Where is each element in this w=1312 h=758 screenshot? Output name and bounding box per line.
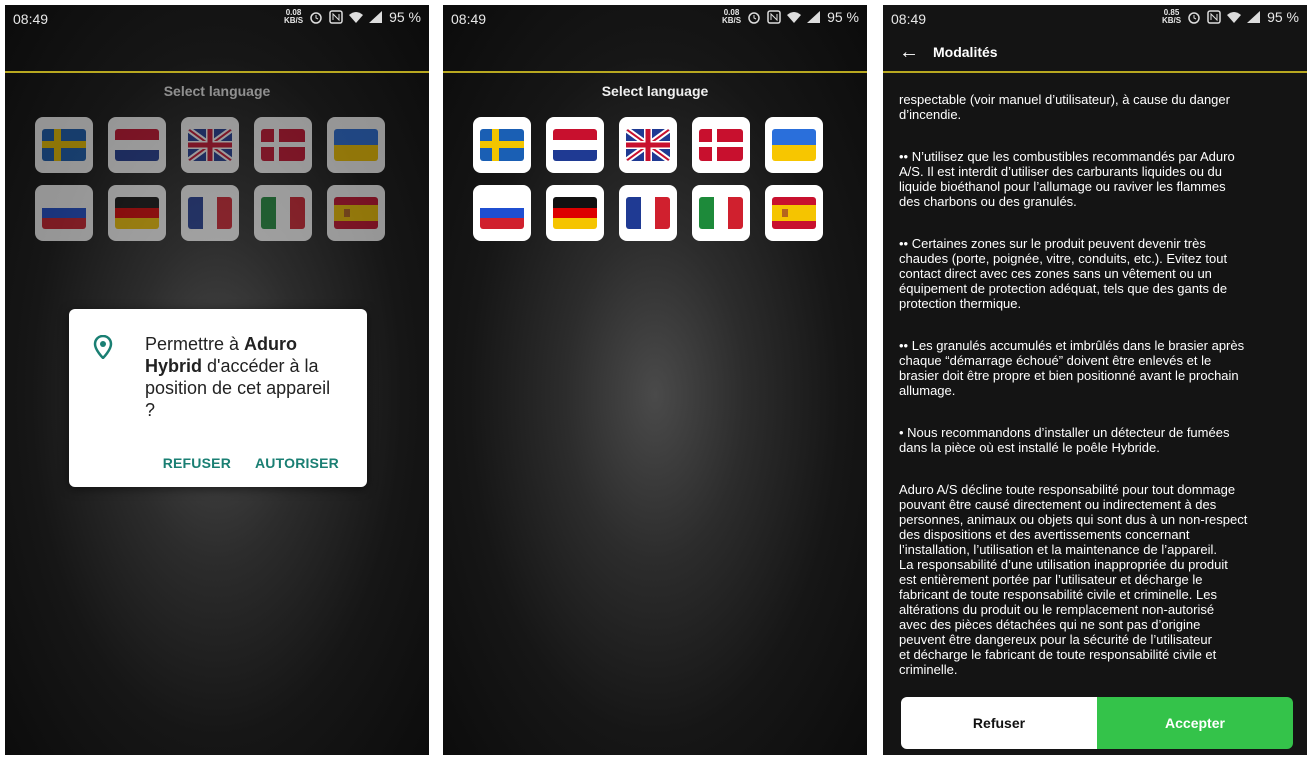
alarm-icon xyxy=(1188,12,1200,24)
nfc-icon xyxy=(1207,10,1221,24)
accept-button[interactable]: Accepter xyxy=(1097,697,1293,749)
page-title: Modalités xyxy=(933,44,998,60)
netherlands-flag-icon xyxy=(115,129,159,161)
flag-denmark-button[interactable] xyxy=(254,117,312,173)
location-permission-dialog: Permettre à Aduro Hybrid d'accéder à la … xyxy=(69,309,367,487)
russia-flag-icon xyxy=(42,197,86,229)
uk-flag-icon xyxy=(188,129,232,161)
status-bar: 08:49 0.08 KB/S 95 % xyxy=(443,5,867,33)
ukraine-flag-icon xyxy=(334,129,378,161)
flag-uk-button[interactable] xyxy=(181,117,239,173)
terms-paragraph: •• Les granulés accumulés et imbrûlés da… xyxy=(899,338,1245,398)
denmark-flag-icon xyxy=(261,129,305,161)
battery-level: 95 % xyxy=(827,9,859,25)
germany-flag-icon xyxy=(115,197,159,229)
flag-ukraine-button[interactable] xyxy=(327,117,385,173)
app-bar xyxy=(443,33,867,73)
alarm-icon xyxy=(310,12,322,24)
wifi-icon xyxy=(349,12,364,23)
allow-button[interactable]: AUTORISER xyxy=(255,455,339,471)
network-speed: 0.08 KB/S xyxy=(283,8,304,25)
status-bar: 08:49 0.08 KB/S 95 % xyxy=(5,5,429,33)
location-pin-icon xyxy=(93,335,113,359)
uk-flag-icon xyxy=(626,129,670,161)
signal-icon xyxy=(369,11,383,23)
signal-icon xyxy=(807,11,821,23)
status-time: 08:49 xyxy=(13,11,49,27)
terms-paragraph: respectable (voir manuel d’utilisateur),… xyxy=(899,92,1230,122)
sweden-flag-icon xyxy=(480,129,524,161)
network-speed: 0.08 KB/S xyxy=(721,8,742,25)
app-bar xyxy=(5,33,429,73)
terms-paragraph: Aduro A/S décline toute responsabilité p… xyxy=(899,482,1248,677)
ukraine-flag-icon xyxy=(772,129,816,161)
spain-flag-icon xyxy=(334,197,378,229)
russia-flag-icon xyxy=(480,197,524,229)
france-flag-icon xyxy=(188,197,232,229)
flag-netherlands-button[interactable] xyxy=(108,117,166,173)
flag-netherlands-button[interactable] xyxy=(546,117,604,173)
denmark-flag-icon xyxy=(699,129,743,161)
battery-level: 95 % xyxy=(1267,9,1299,25)
italy-flag-icon xyxy=(699,197,743,229)
status-time: 08:49 xyxy=(891,11,927,27)
phone-screen-language: 08:49 0.08 KB/S 95 % Select language xyxy=(443,5,867,755)
status-icons: 0.08 KB/S 95 % xyxy=(283,8,421,26)
italy-flag-icon xyxy=(261,197,305,229)
wifi-icon xyxy=(1227,12,1242,23)
netherlands-flag-icon xyxy=(553,129,597,161)
phone-screen-terms: 08:49 0.85 KB/S 95 % ← Modalités respecta… xyxy=(883,5,1307,755)
signal-icon xyxy=(1247,11,1261,23)
flag-germany-button[interactable] xyxy=(546,185,604,241)
flag-ukraine-button[interactable] xyxy=(765,117,823,173)
flag-russia-button[interactable] xyxy=(35,185,93,241)
dialog-buttons: REFUSER AUTORISER xyxy=(163,455,339,471)
france-flag-icon xyxy=(626,197,670,229)
network-speed: 0.85 KB/S xyxy=(1161,8,1182,25)
terms-text[interactable]: respectable (voir manuel d’utilisateur),… xyxy=(899,77,1297,687)
flag-sweden-button[interactable] xyxy=(473,117,531,173)
flag-spain-button[interactable] xyxy=(765,185,823,241)
terms-paragraph: • Nous recommandons d’installer un détec… xyxy=(899,425,1230,455)
back-arrow-icon[interactable]: ← xyxy=(899,41,919,64)
flag-france-button[interactable] xyxy=(619,185,677,241)
select-language-title: Select language xyxy=(601,83,709,99)
terms-actions: Refuser Accepter xyxy=(901,697,1293,749)
deny-button[interactable]: REFUSER xyxy=(163,455,231,471)
wifi-icon xyxy=(787,12,802,23)
app-bar: ← Modalités xyxy=(883,33,1307,73)
nfc-icon xyxy=(767,10,781,24)
battery-level: 95 % xyxy=(389,9,421,25)
flag-france-button[interactable] xyxy=(181,185,239,241)
flag-sweden-button[interactable] xyxy=(35,117,93,173)
flag-italy-button[interactable] xyxy=(692,185,750,241)
flag-grid xyxy=(35,117,385,241)
flag-grid xyxy=(473,117,823,241)
flag-russia-button[interactable] xyxy=(473,185,531,241)
status-icons: 0.85 KB/S 95 % xyxy=(1161,8,1299,26)
flag-uk-button[interactable] xyxy=(619,117,677,173)
flag-denmark-button[interactable] xyxy=(692,117,750,173)
terms-paragraph: •• Certaines zones sur le produit peuven… xyxy=(899,236,1228,311)
permission-message: Permettre à Aduro Hybrid d'accéder à la … xyxy=(145,334,331,420)
status-time: 08:49 xyxy=(451,11,487,27)
flag-italy-button[interactable] xyxy=(254,185,312,241)
flag-spain-button[interactable] xyxy=(327,185,385,241)
phone-screen-permission: 08:49 0.08 KB/S 95 % Select language Perm… xyxy=(5,5,429,755)
spain-flag-icon xyxy=(772,197,816,229)
terms-paragraph: •• N’utilisez que les combustibles recom… xyxy=(899,149,1235,209)
sweden-flag-icon xyxy=(42,129,86,161)
status-bar: 08:49 0.85 KB/S 95 % xyxy=(883,5,1307,33)
select-language-title: Select language xyxy=(163,83,271,99)
flag-germany-button[interactable] xyxy=(108,185,166,241)
status-icons: 0.08 KB/S 95 % xyxy=(721,8,859,26)
germany-flag-icon xyxy=(553,197,597,229)
nfc-icon xyxy=(329,10,343,24)
refuse-button[interactable]: Refuser xyxy=(901,697,1097,749)
alarm-icon xyxy=(748,12,760,24)
